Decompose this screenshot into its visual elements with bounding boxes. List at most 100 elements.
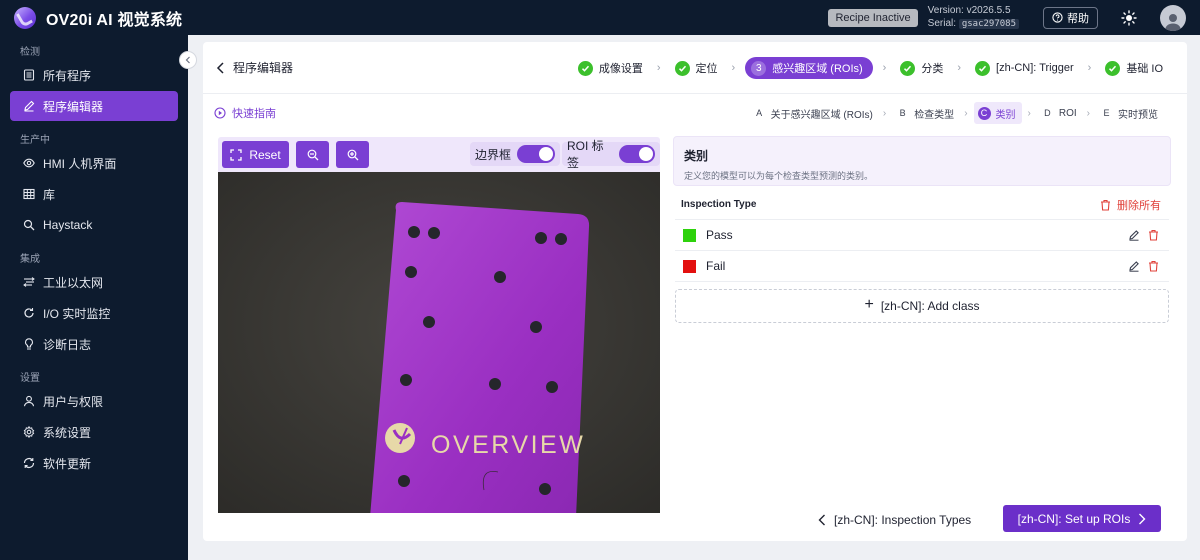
chevron-right-icon: › xyxy=(957,62,962,74)
help-button[interactable]: 帮助 xyxy=(1043,6,1098,29)
zoom-out-icon xyxy=(307,149,318,160)
camera-image[interactable]: OVERVIEW xyxy=(218,172,660,513)
step-positioning[interactable]: 定位 xyxy=(671,57,722,79)
brand-text: OVERVIEW xyxy=(431,431,585,459)
help-circle-icon xyxy=(1052,12,1063,23)
substep-label: 实时预览 xyxy=(1118,109,1158,121)
sidebar-item-library[interactable]: 库 xyxy=(10,179,178,209)
image-toolbar: Reset 边界框 ROI 标签 xyxy=(218,137,660,172)
zoom-in-button[interactable] xyxy=(336,141,369,168)
step-classification[interactable]: 分类 xyxy=(896,57,947,79)
sidebar-item-label: 用户与权限 xyxy=(43,394,104,409)
bounding-box-toggle-group: 边界框 xyxy=(470,142,561,166)
sidebar-item-system-settings[interactable]: 系统设置 xyxy=(10,417,178,447)
io-icon xyxy=(23,307,35,319)
sidebar-item-industrial-ethernet[interactable]: 工业以太网 xyxy=(10,267,178,297)
edit-icon xyxy=(23,100,35,112)
class-color-swatch[interactable] xyxy=(683,228,696,242)
sidebar-item-label: 诊断日志 xyxy=(43,337,92,352)
sun-icon xyxy=(1121,9,1137,26)
chevron-left-icon xyxy=(216,61,224,74)
edit-class-button[interactable] xyxy=(1128,260,1140,272)
refresh-icon xyxy=(23,457,35,469)
substep-live-preview[interactable]: E 实时预览 xyxy=(1096,102,1162,124)
help-label: 帮助 xyxy=(1067,12,1089,25)
sidebar-item-label: HMI 人机界面 xyxy=(43,156,117,171)
quick-guide-link[interactable]: 快速指南 xyxy=(214,105,276,121)
chevron-right-icon: › xyxy=(1086,107,1090,119)
substep-label: ROI xyxy=(1058,107,1077,119)
sidebar-item-program-editor[interactable]: 程序编辑器 xyxy=(10,91,178,121)
sidebar-item-label: 软件更新 xyxy=(43,456,92,471)
sidebar-section-inspection: 检测 xyxy=(20,46,40,58)
roi-label-label: ROI 标签 xyxy=(567,139,604,170)
table-header: Inspection Type 删除所有 xyxy=(675,190,1169,220)
previous-step-button[interactable]: [zh-CN]: Inspection Types xyxy=(818,507,971,533)
bounding-box-switch[interactable] xyxy=(517,145,556,163)
substep-inspection-types[interactable]: B 检查类型 xyxy=(892,102,958,124)
sidebar-item-users-permissions[interactable]: 用户与权限 xyxy=(10,386,178,416)
classes-title: 类别 xyxy=(684,149,709,163)
check-circle-icon xyxy=(577,60,593,76)
user-avatar[interactable] xyxy=(1160,4,1186,31)
edit-class-button[interactable] xyxy=(1128,229,1140,241)
substep-label: 类别 xyxy=(995,109,1016,121)
substep-letter: A xyxy=(756,108,763,118)
app-title: OV20i AI 视觉系统 xyxy=(46,11,183,29)
roi-label-toggle-group: ROI 标签 xyxy=(562,139,660,170)
sidebar-item-software-update[interactable]: 软件更新 xyxy=(10,448,178,478)
substep-about-rois[interactable]: A 关于感兴趣区域 (ROIs) xyxy=(749,102,877,124)
network-icon xyxy=(23,276,35,288)
sidebar-collapse-button[interactable] xyxy=(179,51,197,69)
theme-toggle-button[interactable] xyxy=(1120,9,1138,27)
user-avatar-icon xyxy=(1165,13,1181,31)
delete-class-button[interactable] xyxy=(1148,260,1159,272)
substep-letter: C xyxy=(977,106,991,120)
next-step-button[interactable]: [zh-CN]: Set up ROIs xyxy=(1003,505,1161,532)
sidebar-item-all-programs[interactable]: 所有程序 xyxy=(10,60,178,90)
sidebar-item-label: 系统设置 xyxy=(43,425,92,440)
step-rois[interactable]: 3 感兴趣区域 (ROIs) xyxy=(745,57,873,79)
delete-all-button[interactable]: 删除所有 xyxy=(1100,197,1161,213)
gear-icon xyxy=(23,426,35,438)
reset-button[interactable]: Reset xyxy=(222,141,289,168)
back-to-program-editor[interactable]: 程序编辑器 xyxy=(216,59,293,76)
fit-screen-icon xyxy=(230,148,242,161)
substep-letter: D xyxy=(1044,108,1051,118)
step-label: 基础 IO xyxy=(1126,63,1163,75)
serial-label: Serial: xyxy=(927,18,957,29)
page-title: 程序编辑器 xyxy=(233,61,294,75)
classes-description: 定义您的模型可以为每个检查类型预测的类别。 xyxy=(684,171,874,181)
step-trigger[interactable]: [zh-CN]: Trigger xyxy=(971,57,1078,79)
step-number: 3 xyxy=(751,60,767,76)
page-header: 程序编辑器 成像设置 › 定位 › 3 感兴趣区域 (ROIs) › 分类 › xyxy=(203,42,1187,94)
chevron-left-icon xyxy=(185,56,190,64)
trash-icon xyxy=(1101,199,1110,211)
step-progress: 成像设置 › 定位 › 3 感兴趣区域 (ROIs) › 分类 › [zh-CN… xyxy=(574,56,1167,80)
step-imaging-setup[interactable]: 成像设置 xyxy=(574,57,647,79)
zoom-out-button[interactable] xyxy=(296,141,329,168)
top-bar: OV20i AI 视觉系统 Recipe Inactive Version: v… xyxy=(0,0,1200,35)
sidebar-item-io-monitor[interactable]: I/O 实时监控 xyxy=(10,298,178,328)
sidebar-section-settings: 设置 xyxy=(20,372,40,384)
step-label: 成像设置 xyxy=(598,63,643,75)
sidebar-section-production: 生产中 xyxy=(20,134,50,146)
sidebar-item-haystack[interactable]: Haystack xyxy=(10,210,178,240)
step-basic-io[interactable]: 基础 IO xyxy=(1101,57,1167,79)
add-class-button[interactable]: + [zh-CN]: Add class xyxy=(675,289,1169,323)
delete-class-button[interactable] xyxy=(1148,229,1159,241)
sidebar-item-diagnostic-log[interactable]: 诊断日志 xyxy=(10,329,178,359)
image-panel: Reset 边界框 ROI 标签 OVERVIEW xyxy=(218,137,660,513)
substep-letter: B xyxy=(899,108,906,118)
substep-letter: E xyxy=(1103,108,1110,118)
class-color-swatch[interactable] xyxy=(683,259,696,273)
sidebar-item-hmi[interactable]: HMI 人机界面 xyxy=(10,148,178,178)
substep-roi[interactable]: D ROI xyxy=(1037,102,1081,124)
sidebar-item-label: 所有程序 xyxy=(43,68,92,83)
list-icon xyxy=(23,69,35,81)
substep-classes[interactable]: C 类别 xyxy=(973,102,1022,124)
roi-label-switch[interactable] xyxy=(619,145,655,163)
substep-label: 关于感兴趣区域 (ROIs) xyxy=(770,109,873,121)
trash-icon xyxy=(1149,229,1158,241)
check-circle-icon xyxy=(975,60,991,76)
